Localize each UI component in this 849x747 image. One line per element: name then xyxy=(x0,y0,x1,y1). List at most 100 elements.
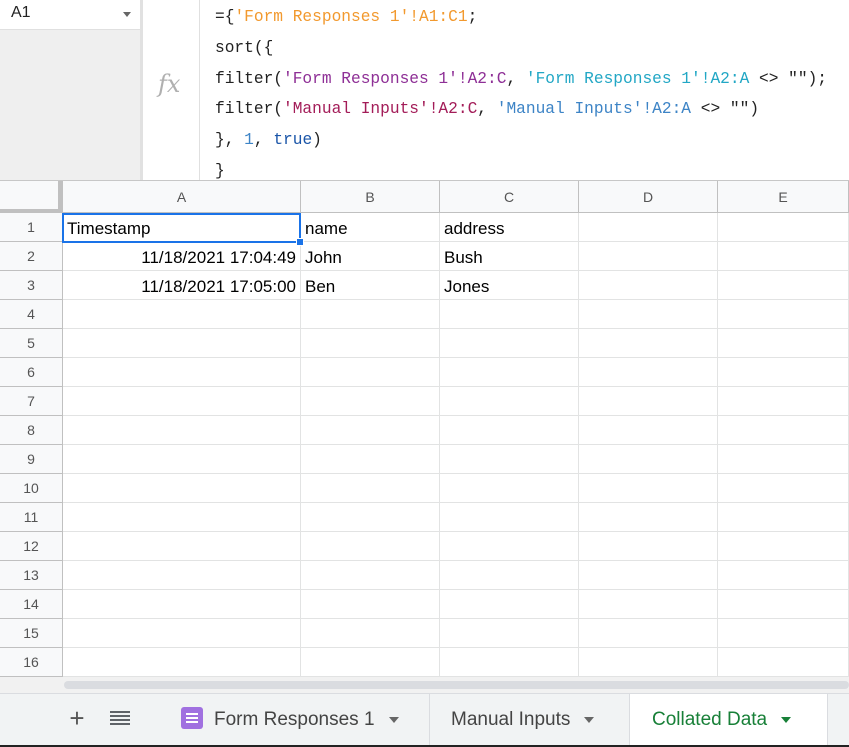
cell-b8[interactable] xyxy=(301,416,440,445)
cell-a11[interactable] xyxy=(63,503,301,532)
tab-form-responses-1[interactable]: Form Responses 1 xyxy=(159,694,430,746)
cell-a1[interactable]: Timestamp xyxy=(63,213,301,242)
cell-b15[interactable] xyxy=(301,619,440,648)
cell-b4[interactable] xyxy=(301,300,440,329)
row-header-7[interactable]: 7 xyxy=(0,387,63,416)
cell-a2[interactable]: 11/18/2021 17:04:49 xyxy=(63,242,301,271)
spreadsheet-grid[interactable]: A B C D E 1 Timestamp name address 2 11/18/2021 17… xyxy=(0,181,849,677)
cell-b3[interactable]: Ben xyxy=(301,271,440,300)
cell-e4[interactable] xyxy=(718,300,849,329)
cell-b9[interactable] xyxy=(301,445,440,474)
cell-d14[interactable] xyxy=(579,590,718,619)
row-header-10[interactable]: 10 xyxy=(0,474,63,503)
cell-d12[interactable] xyxy=(579,532,718,561)
cell-a13[interactable] xyxy=(63,561,301,590)
row-header-1[interactable]: 1 xyxy=(0,213,63,242)
formula-input[interactable]: ={'Form Responses 1'!A1:C1; sort({ filte… xyxy=(215,2,827,187)
cell-d4[interactable] xyxy=(579,300,718,329)
cell-c6[interactable] xyxy=(440,358,579,387)
chevron-down-icon[interactable] xyxy=(584,716,595,723)
cell-a10[interactable] xyxy=(63,474,301,503)
cell-a12[interactable] xyxy=(63,532,301,561)
column-header-c[interactable]: C xyxy=(440,181,579,213)
cell-e6[interactable] xyxy=(718,358,849,387)
column-header-a[interactable]: A xyxy=(63,181,301,213)
cell-e9[interactable] xyxy=(718,445,849,474)
cell-a14[interactable] xyxy=(63,590,301,619)
cell-e5[interactable] xyxy=(718,329,849,358)
cell-c5[interactable] xyxy=(440,329,579,358)
row-header-4[interactable]: 4 xyxy=(0,300,63,329)
row-header-13[interactable]: 13 xyxy=(0,561,63,590)
cell-e8[interactable] xyxy=(718,416,849,445)
cell-c16[interactable] xyxy=(440,648,579,677)
cell-d11[interactable] xyxy=(579,503,718,532)
cell-e11[interactable] xyxy=(718,503,849,532)
cell-d8[interactable] xyxy=(579,416,718,445)
cell-d16[interactable] xyxy=(579,648,718,677)
cell-e7[interactable] xyxy=(718,387,849,416)
cell-b14[interactable] xyxy=(301,590,440,619)
row-header-16[interactable]: 16 xyxy=(0,648,63,677)
cell-a5[interactable] xyxy=(63,329,301,358)
cell-d15[interactable] xyxy=(579,619,718,648)
cell-e1[interactable] xyxy=(718,213,849,242)
row-header-14[interactable]: 14 xyxy=(0,590,63,619)
chevron-down-icon[interactable] xyxy=(781,716,792,723)
cell-c7[interactable] xyxy=(440,387,579,416)
row-header-3[interactable]: 3 xyxy=(0,271,63,300)
cell-e16[interactable] xyxy=(718,648,849,677)
select-all-corner[interactable] xyxy=(0,181,63,214)
cell-a15[interactable] xyxy=(63,619,301,648)
row-header-8[interactable]: 8 xyxy=(0,416,63,445)
cell-b1[interactable]: name xyxy=(301,213,440,242)
cell-b6[interactable] xyxy=(301,358,440,387)
cell-c14[interactable] xyxy=(440,590,579,619)
column-header-b[interactable]: B xyxy=(301,181,440,213)
cell-e13[interactable] xyxy=(718,561,849,590)
cell-b16[interactable] xyxy=(301,648,440,677)
cell-d10[interactable] xyxy=(579,474,718,503)
cell-b10[interactable] xyxy=(301,474,440,503)
cell-c11[interactable] xyxy=(440,503,579,532)
cell-c15[interactable] xyxy=(440,619,579,648)
cell-b12[interactable] xyxy=(301,532,440,561)
row-header-15[interactable]: 15 xyxy=(0,619,63,648)
cell-a9[interactable] xyxy=(63,445,301,474)
chevron-down-icon[interactable] xyxy=(388,716,399,723)
tab-manual-inputs[interactable]: Manual Inputs xyxy=(430,694,630,746)
cell-c13[interactable] xyxy=(440,561,579,590)
column-header-e[interactable]: E xyxy=(718,181,849,213)
cell-a7[interactable] xyxy=(63,387,301,416)
cell-a3[interactable]: 11/18/2021 17:05:00 xyxy=(63,271,301,300)
row-header-12[interactable]: 12 xyxy=(0,532,63,561)
cell-c2[interactable]: Bush xyxy=(440,242,579,271)
fill-handle[interactable] xyxy=(296,238,304,246)
cell-c9[interactable] xyxy=(440,445,579,474)
cell-b2[interactable]: John xyxy=(301,242,440,271)
plus-icon[interactable]: + xyxy=(64,705,90,731)
horizontal-scrollbar[interactable] xyxy=(0,677,849,693)
cell-e10[interactable] xyxy=(718,474,849,503)
cell-d9[interactable] xyxy=(579,445,718,474)
cell-b7[interactable] xyxy=(301,387,440,416)
cell-d2[interactable] xyxy=(579,242,718,271)
cell-b5[interactable] xyxy=(301,329,440,358)
cell-d7[interactable] xyxy=(579,387,718,416)
name-box-value[interactable]: A1 xyxy=(11,4,31,22)
row-header-5[interactable]: 5 xyxy=(0,329,63,358)
cell-d6[interactable] xyxy=(579,358,718,387)
cell-a16[interactable] xyxy=(63,648,301,677)
cell-d13[interactable] xyxy=(579,561,718,590)
cell-d1[interactable] xyxy=(579,213,718,242)
cell-d3[interactable] xyxy=(579,271,718,300)
row-header-9[interactable]: 9 xyxy=(0,445,63,474)
cell-e3[interactable] xyxy=(718,271,849,300)
tab-collated-data[interactable]: Collated Data xyxy=(630,694,828,746)
cell-a4[interactable] xyxy=(63,300,301,329)
cell-b13[interactable] xyxy=(301,561,440,590)
cell-c4[interactable] xyxy=(440,300,579,329)
row-header-6[interactable]: 6 xyxy=(0,358,63,387)
cell-a6[interactable] xyxy=(63,358,301,387)
column-header-d[interactable]: D xyxy=(579,181,718,213)
